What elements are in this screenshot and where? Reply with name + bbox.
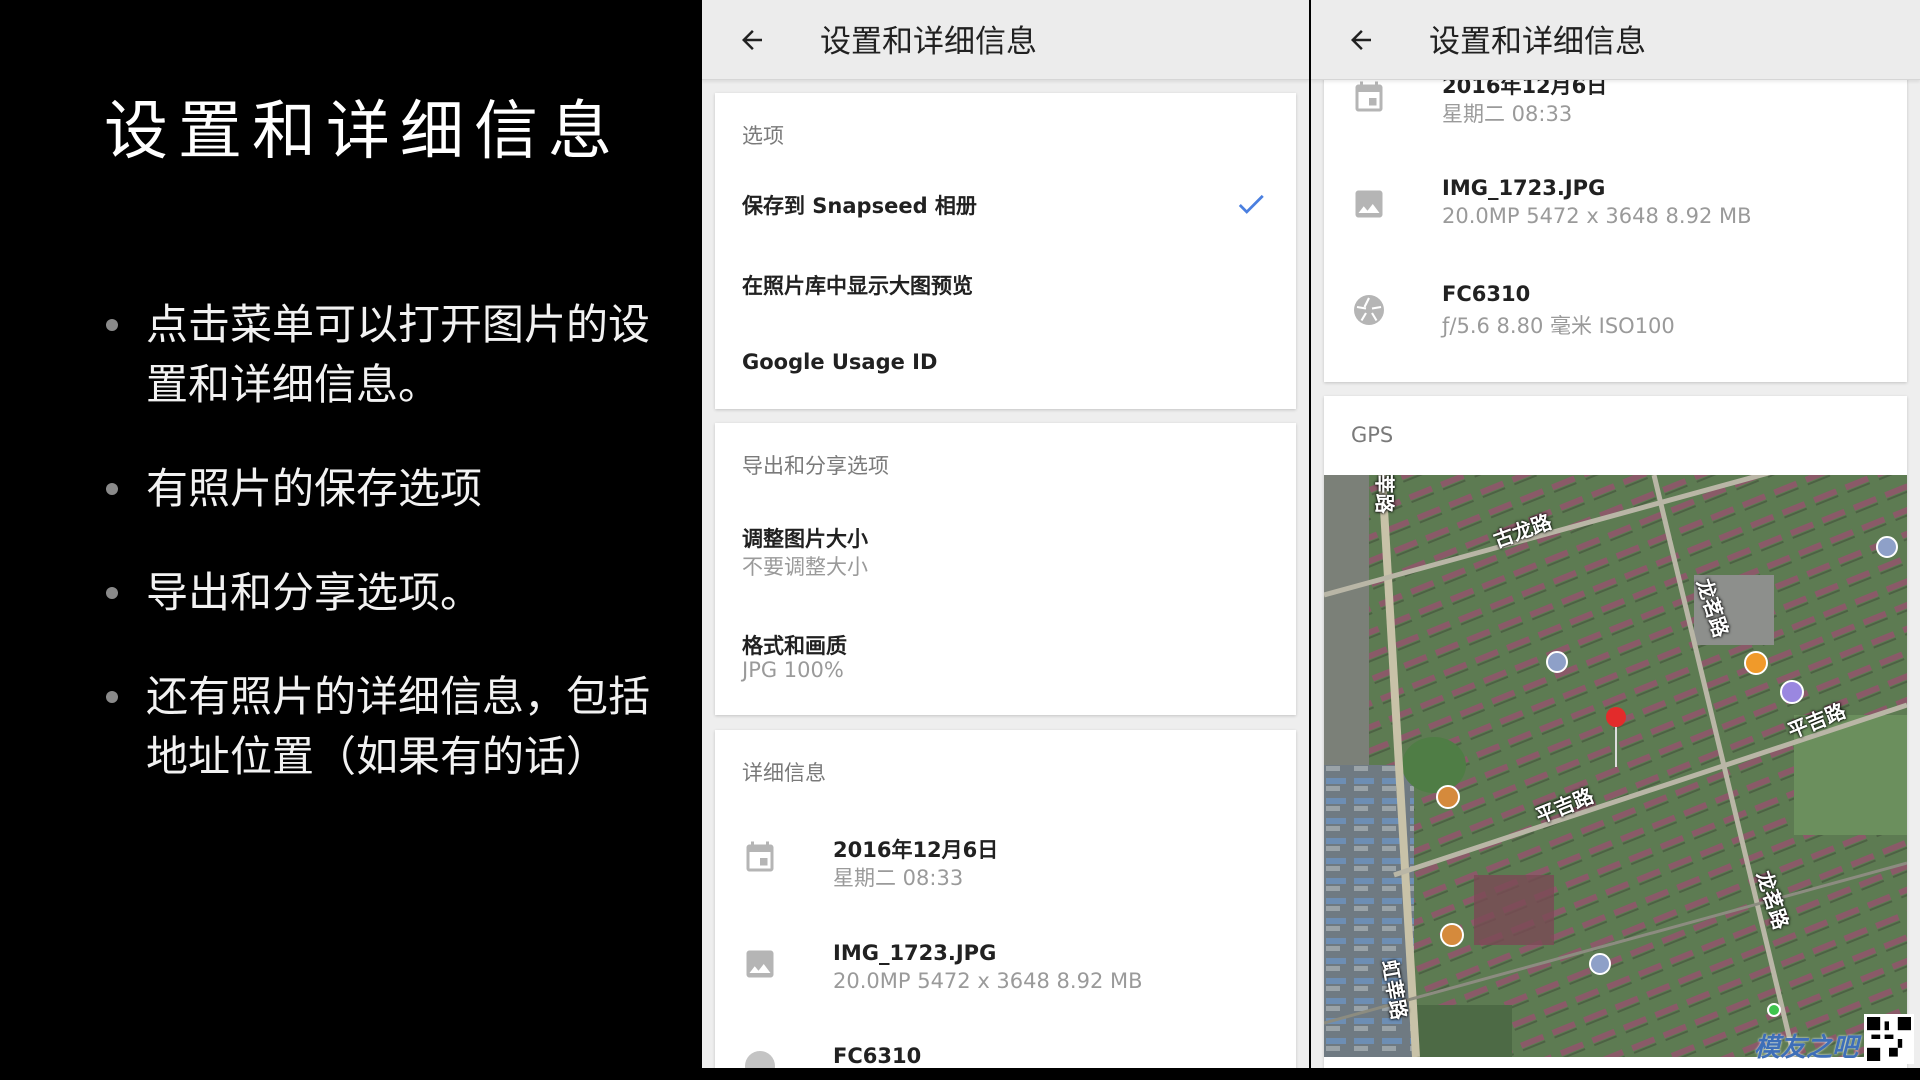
google-usage-id-label: Google Usage ID (742, 350, 938, 374)
slide-panel: 设置和详细信息 点击菜单可以打开图片的设置和详细信息。 有照片的保存选项 导出和… (0, 0, 702, 1080)
detail-row-file: IMG_1723.JPG 20.0MP 5472 x 3648 8.92 MB (1324, 176, 1907, 286)
large-preview-option[interactable]: 在照片库中显示大图预览 (715, 243, 1296, 323)
watermark: 模友之吧 (1754, 1014, 1914, 1064)
watermark-text: 模友之吧 (1753, 1033, 1858, 1063)
details-gps-screen: 2016年12月6日 星期二 08:33 IMG_1723.JPG 20.0MP… (1311, 0, 1920, 1068)
calendar-icon (1355, 81, 1383, 112)
app-bar: 设置和详细信息 (1311, 0, 1920, 80)
detail-date: 2016年12月6日 (833, 838, 999, 862)
arrow-back-icon (742, 30, 762, 50)
slide-title: 设置和详细信息 (104, 95, 622, 169)
detail-filename: IMG_1723.JPG (833, 941, 997, 965)
detail-datetime: 星期二 08:33 (1442, 102, 1573, 126)
details-header: 详细信息 (742, 761, 826, 785)
format-option[interactable]: 格式和画质 JPG 100% (715, 608, 1296, 708)
resize-option[interactable]: 调整图片大小 不要调整大小 (715, 503, 1296, 603)
slide-bullet: 导出和分享选项。 (104, 563, 664, 623)
export-header: 导出和分享选项 (742, 454, 889, 478)
save-to-album-label: 保存到 Snapseed 相册 (742, 194, 977, 218)
gps-map[interactable]: 莘路 古龙路 龙茗路 平吉路 平吉路 龙茗路 虹莘路 (1324, 475, 1907, 1057)
options-card: 选项 保存到 Snapseed 相册 在照片库中显示大图预览 Google Us… (715, 93, 1296, 409)
large-preview-label: 在照片库中显示大图预览 (742, 274, 973, 298)
app-bar-title: 设置和详细信息 (1429, 24, 1646, 60)
detail-camera: FC6310 (1442, 282, 1531, 306)
image-icon (1355, 190, 1383, 218)
aperture-icon (1354, 295, 1384, 325)
detail-row-file: IMG_1723.JPG 20.0MP 5472 x 3648 8.92 MB (715, 916, 1296, 1016)
calendar-icon (746, 841, 774, 872)
gps-header: GPS (1351, 423, 1394, 447)
detail-row-date: 2016年12月6日 星期二 08:33 (715, 810, 1296, 910)
detail-camera-info: ƒ/5.6 8.80 毫米 ISO100 (1442, 314, 1675, 338)
bottom-strip (702, 1068, 1920, 1080)
detail-camera: FC6310 (833, 1044, 922, 1068)
app-bar-title: 设置和详细信息 (820, 24, 1037, 60)
image-icon (746, 950, 774, 978)
detail-row-date: 2016年12月6日 星期二 08:33 (1324, 74, 1907, 180)
slide-bullet: 还有照片的详细信息，包括地址位置（如果有的话） (104, 667, 664, 787)
detail-datetime: 星期二 08:33 (833, 866, 964, 890)
resize-title: 调整图片大小 (742, 527, 868, 551)
slide-bullet-list: 点击菜单可以打开图片的设置和详细信息。 有照片的保存选项 导出和分享选项。 还有… (104, 295, 664, 831)
qr-code-icon (1864, 1014, 1914, 1064)
format-value: JPG 100% (742, 658, 844, 682)
app-bar: 设置和详细信息 (702, 0, 1309, 80)
checkmark-icon (1238, 194, 1264, 214)
slide-bullet: 有照片的保存选项 (104, 459, 664, 519)
arrow-back-icon (1351, 30, 1371, 50)
satellite-map (1324, 475, 1907, 1057)
detail-filename: IMG_1723.JPG (1442, 176, 1606, 200)
slide-bullet: 点击菜单可以打开图片的设置和详细信息。 (104, 295, 664, 415)
detail-row-camera: FC6310 ƒ/5.6 8.80 毫米 ISO100 (1324, 282, 1907, 372)
detail-file-info: 20.0MP 5472 x 3648 8.92 MB (833, 969, 1143, 993)
format-title: 格式和画质 (742, 634, 847, 658)
save-to-album-option[interactable]: 保存到 Snapseed 相册 (715, 165, 1296, 243)
options-header: 选项 (742, 124, 784, 148)
aperture-icon (745, 1051, 775, 1068)
details-card: 详细信息 2016年12月6日 星期二 08:33 IMG_1723.JPG 2… (715, 730, 1296, 1068)
back-button[interactable] (730, 18, 774, 62)
detail-row-camera: FC6310 (715, 1022, 1296, 1068)
google-usage-id-option[interactable]: Google Usage ID (715, 323, 1296, 403)
detail-file-info: 20.0MP 5472 x 3648 8.92 MB (1442, 204, 1752, 228)
export-card: 导出和分享选项 调整图片大小 不要调整大小 格式和画质 JPG 100% (715, 423, 1296, 715)
settings-screen: 设置和详细信息 选项 保存到 Snapseed 相册 在照片库中显示大图预览 G… (702, 0, 1309, 1068)
back-button[interactable] (1339, 18, 1383, 62)
resize-value: 不要调整大小 (742, 555, 868, 579)
map-road-label: 莘路 (1372, 475, 1397, 514)
